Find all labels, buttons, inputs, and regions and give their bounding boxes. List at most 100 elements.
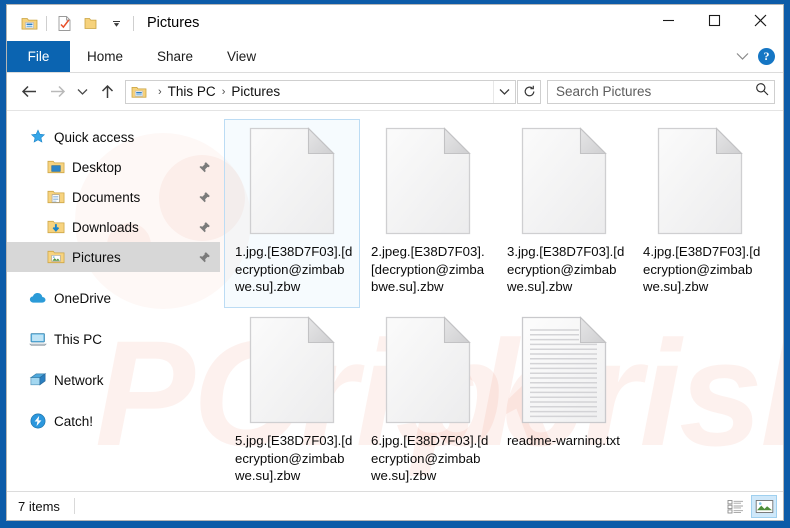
view-mode-buttons <box>722 495 777 518</box>
navigation-pane[interactable]: Quick access Desktop Documents Downloads Pic… <box>7 111 220 491</box>
pin-icon[interactable] <box>198 191 211 204</box>
ribbon-tab-bar: File Home Share View ? <box>7 41 783 73</box>
sidebar-item-network[interactable]: Network <box>7 365 220 395</box>
breadcrumb-item-this-pc[interactable]: This PC <box>168 84 216 99</box>
search-placeholder: Search Pictures <box>556 84 755 99</box>
sidebar-item-label: Catch! <box>54 414 93 429</box>
breadcrumb-chevron-down-icon[interactable] <box>493 81 515 103</box>
sidebar-item-downloads[interactable]: Downloads <box>7 212 220 242</box>
sidebar-item-desktop[interactable]: Desktop <box>7 152 220 182</box>
breadcrumb-item-pictures[interactable]: Pictures <box>231 84 280 99</box>
sidebar-item-label: This PC <box>54 332 102 347</box>
sidebar-item-this-pc[interactable]: This PC <box>7 324 220 354</box>
item-count-label: 7 items <box>18 499 60 514</box>
file-tile[interactable]: 6.jpg.[E38D7F03].[decryption@zimbabwe.su… <box>360 308 496 491</box>
search-icon[interactable] <box>755 82 769 101</box>
status-divider <box>74 498 75 514</box>
generic-file-icon <box>244 316 340 432</box>
close-icon[interactable] <box>737 5 783 35</box>
address-bar: › This PC › Pictures Search Pictures <box>7 73 783 111</box>
file-list-view[interactable]: 1.jpg.[E38D7F03].[decryption@zimbabwe.su… <box>220 111 783 491</box>
generic-file-icon <box>652 127 748 243</box>
ribbon-right-controls: ? <box>736 41 775 72</box>
breadcrumb-separator-1: › <box>158 86 162 98</box>
file-tile[interactable]: 5.jpg.[E38D7F03].[decryption@zimbabwe.su… <box>224 308 360 491</box>
tab-home[interactable]: Home <box>70 41 140 72</box>
status-bar: 7 items <box>7 491 783 520</box>
new-folder-icon[interactable] <box>77 12 103 34</box>
recent-locations-chevron-down-icon[interactable] <box>71 78 93 106</box>
breadcrumb[interactable]: › This PC › Pictures <box>125 80 516 104</box>
generic-file-icon <box>244 127 340 243</box>
breadcrumb-separator-2: › <box>222 86 226 98</box>
toolbar-divider-2 <box>133 16 134 31</box>
pin-icon[interactable] <box>198 161 211 174</box>
star-icon <box>29 128 51 146</box>
window-title: Pictures <box>147 15 199 31</box>
file-name-label: readme-warning.txt <box>503 432 625 450</box>
file-name-label: 5.jpg.[E38D7F03].[decryption@zimbabwe.su… <box>231 432 353 485</box>
computer-icon <box>29 330 51 348</box>
properties-icon[interactable] <box>51 12 77 34</box>
quick-access-chevron-down-icon[interactable] <box>103 12 129 34</box>
file-tile[interactable]: 2.jpeg.[E38D7F03].[decryption@zimbabwe.s… <box>360 119 496 308</box>
explorer-body: PCrisk pcrisk Quick accessDesktopDocumen… <box>7 111 783 491</box>
cloud-icon <box>29 289 51 307</box>
maximize-icon[interactable] <box>691 5 737 35</box>
minimize-icon[interactable] <box>645 5 691 35</box>
file-name-label: 1.jpg.[E38D7F03].[decryption@zimbabwe.su… <box>231 243 353 296</box>
sidebar-item-onedrive[interactable]: OneDrive <box>7 283 220 313</box>
sidebar-item-label: Quick access <box>54 130 134 145</box>
generic-file-icon <box>380 127 476 243</box>
tab-file[interactable]: File <box>7 41 70 72</box>
tab-view[interactable]: View <box>210 41 273 72</box>
nav-group-gap <box>7 272 220 283</box>
breadcrumb-folder-explorer-icon <box>131 85 147 99</box>
file-name-label: 4.jpg.[E38D7F03].[decryption@zimbabwe.su… <box>639 243 761 296</box>
forward-arrow-right-icon <box>43 78 71 106</box>
search-input[interactable]: Search Pictures <box>547 80 775 104</box>
generic-file-icon <box>516 127 612 243</box>
folder-documents-icon <box>47 188 69 206</box>
quick-access-toolbar <box>7 12 138 34</box>
folder-downloads-icon <box>47 218 69 236</box>
sidebar-item-documents[interactable]: Documents <box>7 182 220 212</box>
help-button[interactable]: ? <box>758 48 775 65</box>
nav-group-gap <box>7 354 220 365</box>
sidebar-item-quick-access[interactable]: Quick access <box>7 122 220 152</box>
file-tile[interactable]: 1.jpg.[E38D7F03].[decryption@zimbabwe.su… <box>224 119 360 308</box>
refresh-icon[interactable] <box>517 80 541 104</box>
title-bar: Pictures <box>7 5 783 41</box>
text-file-icon <box>516 316 612 432</box>
sidebar-item-label: Desktop <box>72 160 122 175</box>
sidebar-item-label: OneDrive <box>54 291 111 306</box>
explorer-window: Pictures File Home Share View ? <box>6 4 784 521</box>
file-tile[interactable]: 4.jpg.[E38D7F03].[decryption@zimbabwe.su… <box>632 119 768 308</box>
file-grid: 1.jpg.[E38D7F03].[decryption@zimbabwe.su… <box>224 119 783 491</box>
toolbar-divider <box>46 16 47 31</box>
sidebar-item-pictures[interactable]: Pictures <box>7 242 220 272</box>
sidebar-item-label: Documents <box>72 190 140 205</box>
folder-explorer-icon[interactable] <box>16 12 42 34</box>
large-icons-view-icon[interactable] <box>751 495 777 518</box>
ribbon-expand-chevron-down-icon[interactable] <box>736 48 749 66</box>
sidebar-item-label: Network <box>54 373 104 388</box>
file-tile[interactable]: 3.jpg.[E38D7F03].[decryption@zimbabwe.su… <box>496 119 632 308</box>
folder-pictures-icon <box>47 248 69 266</box>
nav-group-gap <box>7 313 220 324</box>
catch-icon <box>29 412 51 430</box>
tab-share[interactable]: Share <box>140 41 210 72</box>
details-view-icon[interactable] <box>722 495 748 518</box>
network-icon <box>29 371 51 389</box>
caption-buttons <box>645 5 783 35</box>
file-name-label: 2.jpeg.[E38D7F03].[decryption@zimbabwe.s… <box>367 243 489 296</box>
pin-icon[interactable] <box>198 221 211 234</box>
file-tile[interactable]: readme-warning.txt <box>496 308 632 491</box>
sidebar-item-label: Pictures <box>72 250 121 265</box>
pin-icon[interactable] <box>198 251 211 264</box>
sidebar-item-catch[interactable]: Catch! <box>7 406 220 436</box>
folder-desktop-icon <box>47 158 69 176</box>
up-arrow-up-icon[interactable] <box>93 78 121 106</box>
nav-group-gap <box>7 395 220 406</box>
back-arrow-left-icon[interactable] <box>15 78 43 106</box>
